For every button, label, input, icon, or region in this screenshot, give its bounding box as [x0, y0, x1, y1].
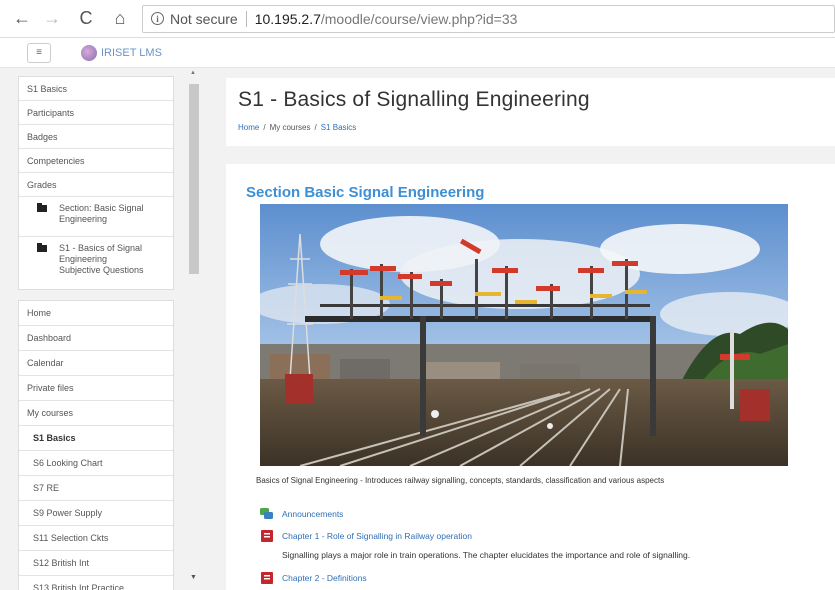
course-content: Section Basic Signal Engineering Basics … — [226, 164, 835, 590]
brand-logo-icon — [81, 44, 97, 61]
activity-description: Signalling plays a major role in train o… — [282, 550, 691, 560]
drawer-item-course-s12[interactable]: S12 British Int — [19, 551, 173, 576]
reload-icon[interactable]: C — [74, 7, 98, 31]
drawer-item-section-basic[interactable]: Section: Basic Signal Engineering — [19, 197, 173, 237]
back-arrow-icon[interactable]: ← — [10, 7, 34, 31]
drawer-scrollbar[interactable]: ▲ ▼ — [186, 68, 200, 590]
security-label: Not secure — [170, 10, 238, 27]
browser-toolbar: ← → C ⌂ i Not secure 10.195.2.7/moodle/c… — [0, 0, 835, 38]
folder-label-line: Subjective Questions — [59, 265, 144, 275]
folder-icon — [37, 203, 47, 212]
drawer-item-course-s11[interactable]: S11 Selection Ckts — [19, 526, 173, 551]
breadcrumb-separator: / — [314, 123, 317, 132]
railway-signal-gantry-illustration — [260, 204, 788, 466]
drawer-item-course-s6[interactable]: S6 Looking Chart — [19, 451, 173, 476]
scroll-down-icon[interactable]: ▼ — [190, 574, 197, 581]
drawer-item-participants[interactable]: Participants — [19, 101, 173, 125]
breadcrumb: Home / My courses / S1 Basics — [238, 123, 356, 132]
drawer-item-my-courses[interactable]: My courses — [19, 401, 173, 426]
scroll-up-icon[interactable]: ▲ — [190, 70, 196, 76]
drawer-item-badges[interactable]: Badges — [19, 125, 173, 149]
folder-label-line: Section: Basic Signal — [59, 203, 144, 213]
section-title[interactable]: Section Basic Signal Engineering — [246, 184, 484, 201]
site-nav-group: Home Dashboard Calendar Private files My… — [18, 300, 174, 590]
address-separator — [245, 10, 247, 27]
address-bar[interactable]: i Not secure 10.195.2.7/moodle/course/vi… — [142, 4, 835, 33]
url-path: /moodle/course/view.php?id=33 — [320, 10, 518, 27]
section-image — [260, 204, 788, 466]
breadcrumb-course[interactable]: S1 Basics — [321, 123, 357, 132]
brand-name: IRISET LMS — [101, 46, 162, 59]
site-brand[interactable]: IRISET LMS — [81, 44, 162, 61]
course-nav-group: S1 Basics Participants Badges Competenci… — [18, 76, 174, 290]
folder-label: Section: Basic Signal Engineering — [59, 203, 144, 225]
site-navbar: ≡ IRISET LMS — [0, 38, 835, 68]
drawer-item-course-s9[interactable]: S9 Power Supply — [19, 501, 173, 526]
section-summary: Basics of Signal Engineering - Introduce… — [256, 476, 665, 485]
activity-chapter-1[interactable]: Chapter 1 - Role of Signalling in Railwa… — [260, 530, 472, 542]
activity-chapter-2[interactable]: Chapter 2 - Definitions — [260, 572, 367, 584]
drawer-item-course-s7[interactable]: S7 RE — [19, 476, 173, 501]
home-icon[interactable]: ⌂ — [108, 7, 132, 31]
drawer-item-course-s13[interactable]: S13 British Int Practice — [19, 576, 173, 590]
info-icon[interactable]: i — [151, 12, 164, 25]
drawer-item-grades[interactable]: Grades — [19, 173, 173, 197]
activity-label[interactable]: Chapter 1 - Role of Signalling in Railwa… — [282, 531, 472, 541]
nav-drawer: S1 Basics Participants Badges Competenci… — [0, 68, 214, 590]
folder-label-line: S1 - Basics of Signal — [59, 243, 143, 253]
folder-label: S1 - Basics of Signal Engineering Subjec… — [59, 243, 144, 276]
page-header: S1 - Basics of Signalling Engineering Ho… — [226, 78, 835, 146]
pdf-icon — [261, 572, 273, 584]
breadcrumb-my-courses[interactable]: My courses — [270, 123, 311, 132]
menu-toggle-button[interactable]: ≡ — [27, 42, 51, 63]
drawer-item-dashboard[interactable]: Dashboard — [19, 326, 173, 351]
forum-icon — [260, 508, 273, 519]
drawer-item-subjective-questions[interactable]: S1 - Basics of Signal Engineering Subjec… — [19, 237, 173, 289]
drawer-item-private-files[interactable]: Private files — [19, 376, 173, 401]
url-host: 10.195.2.7 — [254, 10, 321, 27]
scroll-thumb[interactable] — [189, 84, 199, 274]
drawer-item-course-s1[interactable]: S1 Basics — [19, 426, 173, 451]
page-title: S1 - Basics of Signalling Engineering — [238, 88, 590, 111]
activity-announcements[interactable]: Announcements — [260, 508, 343, 520]
drawer-item-competencies[interactable]: Competencies — [19, 149, 173, 173]
drawer-item-home[interactable]: Home — [19, 301, 173, 326]
breadcrumb-separator: / — [263, 123, 266, 132]
folder-icon — [37, 243, 47, 252]
drawer-item-calendar[interactable]: Calendar — [19, 351, 173, 376]
drawer-item-course-home[interactable]: S1 Basics — [19, 77, 173, 101]
breadcrumb-home[interactable]: Home — [238, 123, 259, 132]
activity-label[interactable]: Announcements — [282, 509, 343, 519]
activity-label[interactable]: Chapter 2 - Definitions — [282, 573, 367, 583]
folder-label-line: Engineering — [59, 254, 108, 264]
pdf-icon — [261, 530, 273, 542]
folder-label-line: Engineering — [59, 214, 108, 224]
forward-arrow-icon[interactable]: → — [40, 7, 64, 31]
